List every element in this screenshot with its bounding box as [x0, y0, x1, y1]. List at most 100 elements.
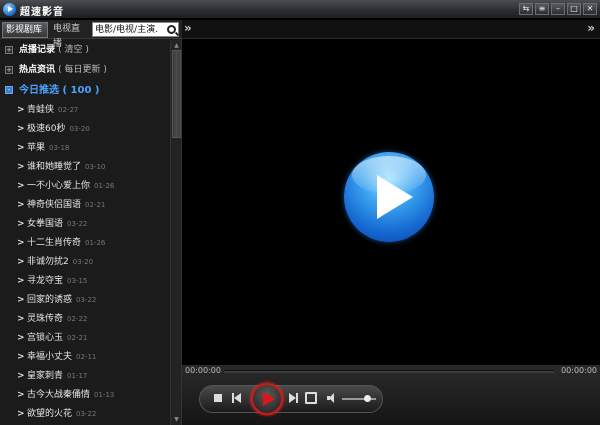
next-button[interactable]: [289, 393, 299, 404]
search-box: [92, 22, 179, 37]
item-title: 神奇侠侣国语: [27, 200, 82, 210]
item-date: 03-20: [72, 258, 94, 266]
item-date: 03-22: [67, 220, 88, 228]
item-date: 03-18: [49, 144, 70, 152]
list-item[interactable]: > 一不小心爱上你 01-26: [0, 177, 170, 196]
app-logo-icon: [3, 3, 16, 16]
scroll-up-icon[interactable]: ▲: [172, 41, 181, 50]
category-history[interactable]: + 点播记录 ( 清空 ): [0, 40, 170, 60]
list-item[interactable]: > 寻龙夺宝 03-15: [0, 272, 170, 291]
chevron-right-icon: >: [17, 143, 25, 153]
tab-video-library[interactable]: 影视剧库: [2, 22, 48, 38]
play-icon: [377, 175, 413, 219]
chevron-right-icon: >: [17, 276, 25, 286]
list-item[interactable]: > 极速60秒 03-20: [0, 120, 170, 139]
chevron-right-icon: >: [17, 219, 25, 229]
item-title: 回家的诱惑: [27, 295, 73, 305]
expand-icon[interactable]: +: [5, 66, 13, 74]
item-title: 幸福小丈夫: [27, 352, 73, 362]
item-date: 01-17: [67, 372, 88, 380]
chevron-right-icon: >: [17, 390, 25, 400]
list-item[interactable]: > 幸福小丈夫 02-11: [0, 348, 170, 367]
mini-mode-button[interactable]: ⇆: [519, 3, 533, 15]
maximize-button[interactable]: □: [567, 3, 581, 15]
list-item[interactable]: > 苹果 03-18: [0, 139, 170, 158]
item-title: 古今大战秦俑情: [27, 390, 91, 400]
chevron-right-icon: >: [17, 238, 25, 248]
item-title: 宫锁心玉: [27, 333, 64, 343]
list-item[interactable]: > 欲望的火花 03-22: [0, 405, 170, 424]
main-header: » »: [182, 20, 600, 39]
search-icon[interactable]: [167, 25, 176, 34]
list-item[interactable]: > 灵珠传奇 02-22: [0, 310, 170, 329]
item-date: 03-15: [67, 277, 88, 285]
item-date: 02-27: [58, 106, 79, 114]
category-today-picks[interactable]: - 今日推选 ( 100 ): [0, 80, 170, 101]
item-date: 01-13: [94, 391, 115, 399]
item-date: 01-26: [85, 239, 106, 247]
item-date: 02-21: [67, 334, 88, 342]
stop-button[interactable]: [214, 394, 222, 402]
chevron-right-icon: >: [17, 200, 25, 210]
category-news[interactable]: + 热点资讯 ( 每日更新 ): [0, 60, 170, 80]
app-title: 超速影音: [20, 7, 64, 18]
scroll-down-icon[interactable]: ▼: [172, 415, 181, 424]
sidebar-tabs: 影视剧库 电视直播: [0, 20, 182, 49]
item-title: 寻龙夺宝: [27, 276, 64, 286]
item-title: 皇家刺青: [27, 371, 64, 381]
minimize-button[interactable]: –: [551, 3, 565, 15]
list-item[interactable]: > 宫锁心玉 02-21: [0, 329, 170, 348]
list-item[interactable]: > 青蛙侠 02-27: [0, 101, 170, 120]
item-title: 谁和她睡觉了: [27, 162, 82, 172]
list-item[interactable]: > 谁和她睡觉了 03-10: [0, 158, 170, 177]
item-date: 03-20: [69, 125, 90, 133]
control-bar: 00:00:00 00:00:00: [182, 365, 600, 425]
video-area[interactable]: [182, 40, 600, 365]
list-item[interactable]: > 女拳国语 03-22: [0, 215, 170, 234]
item-date: 02-22: [67, 315, 88, 323]
scroll-thumb[interactable]: [172, 50, 181, 138]
chevron-right-icon: >: [17, 181, 25, 191]
list-item[interactable]: > 非诚勿扰2 03-20: [0, 253, 170, 272]
progress-bar[interactable]: [224, 370, 554, 373]
chevron-right-icon: >: [17, 409, 25, 419]
item-title: 欲望的火花: [27, 409, 73, 419]
fullscreen-button[interactable]: [305, 392, 317, 404]
item-date: 03-22: [76, 410, 97, 418]
chevron-right-icon: >: [17, 124, 25, 134]
volume-icon[interactable]: [327, 393, 337, 404]
toggle-sidebar-button[interactable]: »: [184, 21, 192, 35]
big-play-button[interactable]: [344, 152, 434, 242]
close-button[interactable]: ✕: [583, 3, 597, 15]
item-title: 女拳国语: [27, 219, 64, 229]
item-title: 极速60秒: [27, 124, 66, 134]
list-item[interactable]: > 回家的诱惑 03-22: [0, 291, 170, 310]
play-button[interactable]: [251, 383, 283, 415]
item-title: 灵珠传奇: [27, 314, 64, 324]
expand-icon[interactable]: +: [5, 46, 13, 54]
channel-list: + 点播记录 ( 清空 ) + 热点资讯 ( 每日更新 ) - 今日推选 ( 1…: [0, 40, 170, 425]
chevron-right-icon: >: [17, 295, 25, 305]
list-item[interactable]: > 皇家刺青 01-17: [0, 367, 170, 386]
item-title: 青蛙侠: [27, 105, 55, 115]
list-item[interactable]: > 十二生肖传奇 01-26: [0, 234, 170, 253]
chevron-right-icon: >: [17, 371, 25, 381]
menu-button[interactable]: ≡: [535, 3, 549, 15]
collapse-icon[interactable]: -: [5, 86, 13, 94]
search-input[interactable]: [93, 23, 166, 36]
list-item[interactable]: > 古今大战秦俑情 01-13: [0, 386, 170, 405]
item-date: 03-10: [85, 163, 106, 171]
tab-tv-live[interactable]: 电视直播: [50, 22, 90, 49]
volume-knob[interactable]: [364, 395, 371, 402]
item-date: 02-11: [76, 353, 97, 361]
chevron-right-icon: >: [17, 333, 25, 343]
category-count: ( 100 ): [62, 85, 100, 96]
clear-history-link[interactable]: ( 清空 ): [58, 45, 89, 55]
previous-button[interactable]: [232, 393, 242, 404]
item-title: 一不小心爱上你: [27, 181, 91, 191]
window-controls: ⇆ ≡ – □ ✕: [519, 3, 597, 15]
volume-slider[interactable]: [342, 395, 376, 402]
expand-panel-button[interactable]: »: [587, 21, 595, 35]
list-scrollbar[interactable]: ▲ ▼: [170, 40, 181, 425]
list-item[interactable]: > 神奇侠侣国语 02-21: [0, 196, 170, 215]
